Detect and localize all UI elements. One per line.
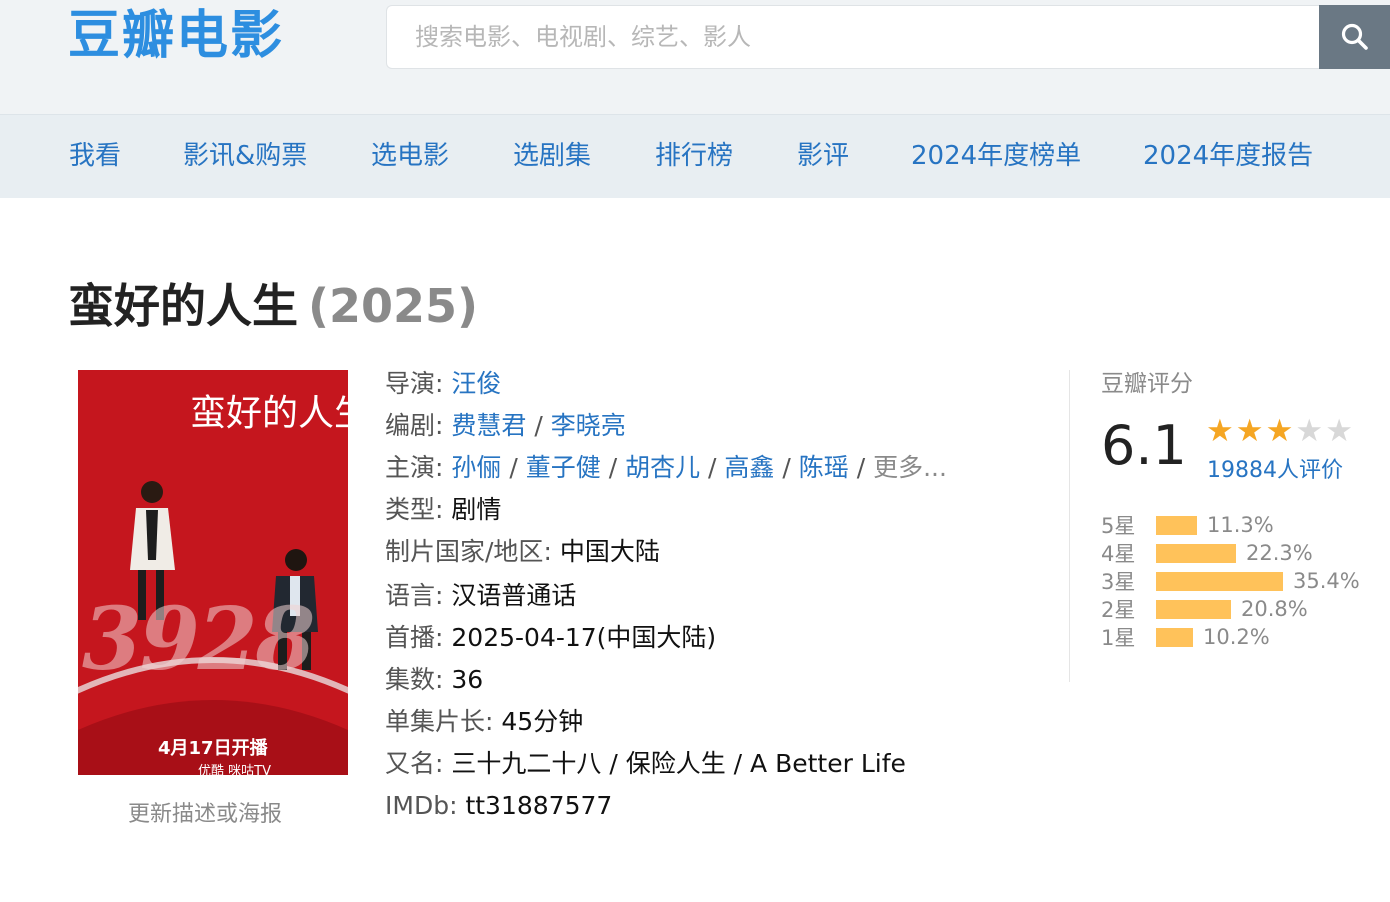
nav-item-showtimes-tickets[interactable]: 影讯&购票 <box>183 137 307 175</box>
country-label: 制片国家/地区 <box>385 537 544 566</box>
writer-link[interactable]: 费慧君 <box>451 411 526 440</box>
star-empty-icon: ★ <box>1295 413 1324 449</box>
runtime-value: 45分钟 <box>501 707 584 736</box>
nav-item-annual-list-2024[interactable]: 2024年度榜单 <box>911 137 1081 175</box>
cast-link[interactable]: 董子健 <box>526 453 601 482</box>
info-genre: 类型: 剧情 <box>385 495 502 524</box>
rating-label: 豆瓣评分 <box>1101 371 1193 397</box>
cast-label: 主演 <box>385 453 436 482</box>
poster-image[interactable]: 蛮好的人生 3928 4月17日开播 优酷 咪咕TV <box>78 370 348 775</box>
search-icon <box>1341 23 1368 50</box>
search-button[interactable] <box>1319 5 1390 69</box>
nav-item-annual-report-2024[interactable]: 2024年度报告 <box>1143 137 1313 175</box>
director-label: 导演 <box>385 369 436 398</box>
rating-percent: 22.3% <box>1246 541 1313 565</box>
nav-item-reviews[interactable]: 影评 <box>797 137 849 175</box>
subject-year: (2025) <box>308 279 479 333</box>
writer-link[interactable]: 李晓亮 <box>551 411 626 440</box>
country-value: 中国大陆 <box>559 537 660 566</box>
star-filled-icon: ★ <box>1265 413 1294 449</box>
language-label: 语言 <box>385 581 436 610</box>
rating-stars: ★ ★ ★ ★ ★ <box>1206 414 1353 448</box>
writer-label: 编剧 <box>385 411 436 440</box>
aka-value: 三十九二十八 / 保险人生 / A Better Life <box>451 749 906 778</box>
rating-distribution-row[interactable]: 5星 11.3% <box>1101 511 1274 539</box>
director-link[interactable]: 汪俊 <box>451 369 501 398</box>
main-nav: 我看 影讯&购票 选电影 选剧集 排行榜 影评 2024年度榜单 2024年度报… <box>0 114 1390 198</box>
info-language: 语言: 汉语普通话 <box>385 581 577 610</box>
info-episodes: 集数: 36 <box>385 665 484 694</box>
nav-item-charts[interactable]: 排行榜 <box>655 137 733 175</box>
episodes-value: 36 <box>451 665 484 694</box>
cast-link[interactable]: 高鑫 <box>724 453 774 482</box>
top-header: 豆瓣电影 <box>0 0 1390 114</box>
info-aka: 又名: 三十九二十八 / 保险人生 / A Better Life <box>385 749 906 778</box>
star-level-label: 5星 <box>1101 514 1136 538</box>
episodes-label: 集数 <box>385 665 436 694</box>
rating-distribution-row[interactable]: 1星 10.2% <box>1101 623 1270 651</box>
info-imdb: IMDb: tt31887577 <box>385 791 613 820</box>
poster-release-date: 4月17日开播 <box>158 738 268 759</box>
runtime-label: 单集片长 <box>385 707 486 736</box>
genre-value: 剧情 <box>451 495 502 524</box>
rating-bar <box>1156 571 1283 591</box>
subject-title: 蛮好的人生 <box>68 279 298 333</box>
genre-label: 类型 <box>385 495 436 524</box>
rating-percent: 20.8% <box>1241 597 1308 621</box>
poster-platforms: 优酷 咪咕TV <box>198 764 271 775</box>
search-input[interactable] <box>387 6 1320 68</box>
info-writers: 编剧: 费慧君 / 李晓亮 <box>385 411 626 440</box>
douban-movie-logo[interactable]: 豆瓣电影 <box>68 4 284 68</box>
star-empty-icon: ★ <box>1325 413 1353 449</box>
poster-big-number: 3928 <box>82 589 315 690</box>
star-filled-icon: ★ <box>1235 413 1264 449</box>
aka-label: 又名 <box>385 749 436 778</box>
rating-bar <box>1156 599 1231 619</box>
star-level-label: 4星 <box>1101 542 1136 566</box>
page-title: 蛮好的人生 (2025) <box>68 274 478 338</box>
rating-percent: 35.4% <box>1293 569 1360 593</box>
rating-divider <box>1069 370 1070 682</box>
rating-percent: 11.3% <box>1207 513 1274 537</box>
update-poster-link[interactable]: 更新描述或海报 <box>128 796 282 828</box>
cast-link[interactable]: 胡杏儿 <box>625 453 700 482</box>
premiere-value: 2025-04-17(中国大陆) <box>451 623 717 652</box>
star-level-label: 2星 <box>1101 598 1136 622</box>
info-cast: 主演: 孙俪 / 董子健 / 胡杏儿 / 高鑫 / 陈瑶 / 更多... <box>385 453 947 482</box>
imdb-label: IMDb <box>385 791 450 820</box>
cast-more-link[interactable]: 更多... <box>873 453 947 482</box>
info-director: 导演: 汪俊 <box>385 369 502 398</box>
info-runtime: 单集片长: 45分钟 <box>385 707 584 736</box>
rating-percent: 10.2% <box>1203 625 1270 649</box>
cast-link[interactable]: 孙俪 <box>451 453 501 482</box>
rating-distribution-row[interactable]: 3星 35.4% <box>1101 567 1360 595</box>
rating-distribution-row[interactable]: 4星 22.3% <box>1101 539 1313 567</box>
rating-bar <box>1156 515 1197 535</box>
info-country: 制片国家/地区: 中国大陆 <box>385 537 660 566</box>
search-box <box>386 5 1320 69</box>
rating-bar <box>1156 543 1236 563</box>
star-level-label: 1星 <box>1101 626 1136 650</box>
info-premiere: 首播: 2025-04-17(中国大陆) <box>385 623 717 652</box>
nav-item-my-watch[interactable]: 我看 <box>69 137 121 175</box>
nav-item-browse-tv[interactable]: 选剧集 <box>513 137 591 175</box>
imdb-value[interactable]: tt31887577 <box>465 791 612 820</box>
rating-count-link[interactable]: 19884人评价 <box>1207 452 1343 484</box>
premiere-label: 首播 <box>385 623 436 652</box>
poster-title: 蛮好的人生 <box>190 393 348 434</box>
rating-score: 6.1 <box>1101 414 1187 477</box>
star-filled-icon: ★ <box>1206 413 1234 449</box>
language-value: 汉语普通话 <box>451 581 577 610</box>
cast-link[interactable]: 陈瑶 <box>799 453 849 482</box>
rating-distribution-row[interactable]: 2星 20.8% <box>1101 595 1308 623</box>
star-level-label: 3星 <box>1101 570 1136 594</box>
rating-bar <box>1156 627 1193 647</box>
nav-item-browse-movies[interactable]: 选电影 <box>371 137 449 175</box>
